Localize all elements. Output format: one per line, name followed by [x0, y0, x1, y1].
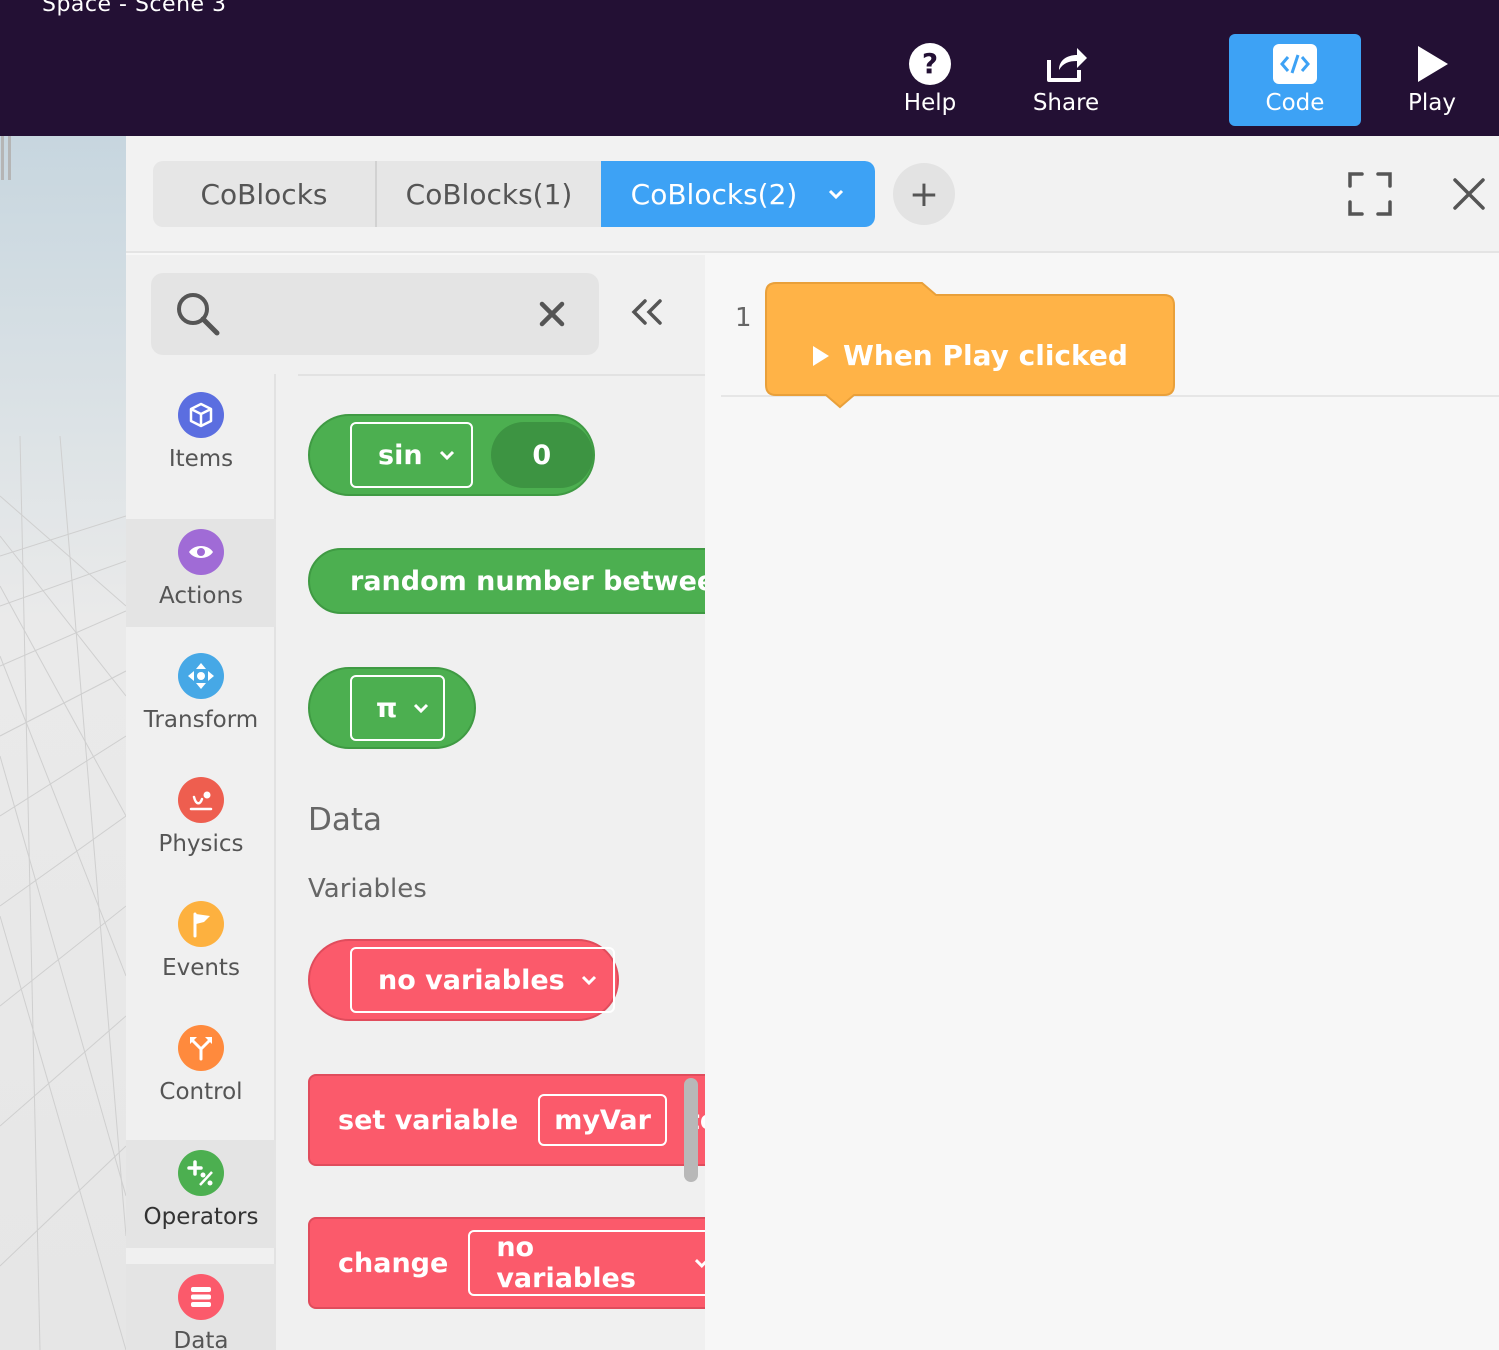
category-control-label: Control [159, 1079, 243, 1105]
block-palette: Items Actions Transform Physics Events C… [126, 255, 705, 1350]
chevron-down-icon [414, 703, 429, 713]
variable-dropdown-value: no variables [378, 964, 565, 996]
block-list: sin 0 random number between π Data Varia… [278, 374, 705, 1350]
physics-icon [178, 777, 224, 823]
script-tab-bar: CoBlocks CoBlocks(1) CoBlocks(2) + [126, 136, 1499, 253]
constant-dropdown-value: π [376, 692, 398, 724]
number-input[interactable]: 0 [490, 422, 593, 488]
set-variable-block[interactable]: set variable myVar to [308, 1074, 705, 1166]
eye-icon [178, 529, 224, 575]
event-block-content: When Play clicked [811, 339, 1128, 372]
scene-grid [0, 435, 126, 1350]
play-icon [1418, 46, 1448, 82]
change-variable-dropdown-value: no variables [496, 1232, 636, 1294]
play-triangle-icon [813, 345, 829, 366]
collapse-palette-icon[interactable] [628, 297, 666, 327]
sin-block[interactable]: sin 0 [308, 414, 595, 496]
help-label: Help [903, 90, 957, 116]
change-variable-block[interactable]: change no variables [308, 1217, 705, 1309]
random-number-label: random number between [350, 565, 705, 597]
variable-dropdown[interactable]: no variables [350, 947, 615, 1013]
play-button[interactable]: Play [1366, 34, 1498, 126]
share-icon [1047, 48, 1087, 82]
plus-percent-icon [178, 1150, 224, 1196]
set-variable-label: set variable [338, 1104, 519, 1136]
variable-reporter-block[interactable]: no variables [308, 939, 619, 1021]
search-icon [177, 293, 220, 336]
category-transform[interactable]: Transform [126, 643, 276, 751]
change-variable-dropdown[interactable]: no variables [468, 1230, 705, 1296]
pi-block[interactable]: π [308, 667, 476, 749]
set-variable-name: myVar [554, 1104, 651, 1136]
event-block-label: When Play clicked [843, 339, 1128, 372]
search-box [151, 273, 599, 355]
constant-dropdown[interactable]: π [350, 675, 446, 741]
category-list: Items Actions Transform Physics Events C… [126, 374, 276, 1350]
section-heading-variables: Variables [308, 874, 427, 904]
category-operators[interactable]: Operators [126, 1140, 276, 1248]
category-data-label: Data [173, 1328, 229, 1350]
svg-text:?: ? [922, 47, 938, 80]
when-play-clicked-block[interactable]: When Play clicked [764, 281, 1176, 409]
category-events-label: Events [162, 955, 240, 981]
category-items[interactable]: Items [126, 382, 276, 490]
section-heading-data: Data [308, 802, 383, 838]
category-events[interactable]: Events [126, 891, 276, 999]
category-physics-label: Physics [158, 831, 244, 857]
share-button[interactable]: Share [1000, 34, 1132, 126]
code-workspace[interactable]: 1 When Play clicked [705, 255, 1499, 1350]
scene-viewport[interactable] [0, 136, 126, 1350]
resize-handle-icon[interactable] [0, 136, 12, 180]
function-dropdown-value: sin [378, 439, 423, 471]
tab-coblocks-2[interactable]: CoBlocks(2) [601, 161, 875, 227]
add-tab-button[interactable]: + [893, 163, 955, 225]
tab-coblocks-2-label: CoBlocks(2) [630, 177, 798, 211]
chevron-down-icon[interactable] [827, 188, 845, 200]
category-items-label: Items [168, 446, 234, 472]
category-transform-label: Transform [143, 707, 259, 733]
fullscreen-icon[interactable] [1348, 172, 1392, 216]
share-label: Share [1032, 90, 1100, 116]
set-variable-name-field[interactable]: myVar [538, 1094, 667, 1146]
help-button[interactable]: ? Help [864, 34, 996, 126]
code-label: Code [1265, 90, 1325, 116]
category-physics[interactable]: Physics [126, 767, 276, 875]
search-input[interactable] [241, 289, 521, 339]
change-variable-label: change [338, 1247, 449, 1279]
flag-icon [178, 901, 224, 947]
move-arrows-icon [178, 653, 224, 699]
tab-coblocks-1[interactable]: CoBlocks(1) [375, 161, 601, 227]
category-control[interactable]: Control [126, 1015, 276, 1123]
clear-search-icon[interactable] [537, 299, 567, 329]
close-icon[interactable] [1451, 176, 1487, 212]
chevron-down-icon [695, 1259, 705, 1268]
palette-divider [298, 374, 705, 376]
palette-scrollbar[interactable] [684, 1078, 698, 1182]
code-icon [1273, 44, 1317, 84]
chevron-down-icon [581, 975, 596, 985]
list-icon [178, 1274, 224, 1320]
function-dropdown[interactable]: sin [350, 422, 473, 488]
code-button[interactable]: Code [1229, 34, 1361, 126]
random-number-block[interactable]: random number between [308, 548, 705, 614]
scene-title: Space - Scene 3 [42, 0, 227, 17]
play-label: Play [1408, 90, 1456, 116]
help-icon: ? [909, 43, 951, 85]
cube-icon [178, 392, 224, 438]
category-operators-label: Operators [143, 1204, 259, 1230]
code-editor-panel: CoBlocks CoBlocks(1) CoBlocks(2) + Items… [126, 136, 1499, 1350]
tab-coblocks[interactable]: CoBlocks [153, 161, 375, 227]
top-toolbar: Space - Scene 3 ? Help Share Code Play [0, 0, 1499, 136]
category-actions-label: Actions [158, 583, 243, 609]
category-data[interactable]: Data [126, 1264, 276, 1350]
branch-icon [178, 1025, 224, 1071]
line-number: 1 [735, 303, 752, 333]
chevron-down-icon [439, 450, 454, 460]
category-actions[interactable]: Actions [126, 519, 276, 627]
script-tabs: CoBlocks CoBlocks(1) CoBlocks(2) [153, 161, 875, 227]
